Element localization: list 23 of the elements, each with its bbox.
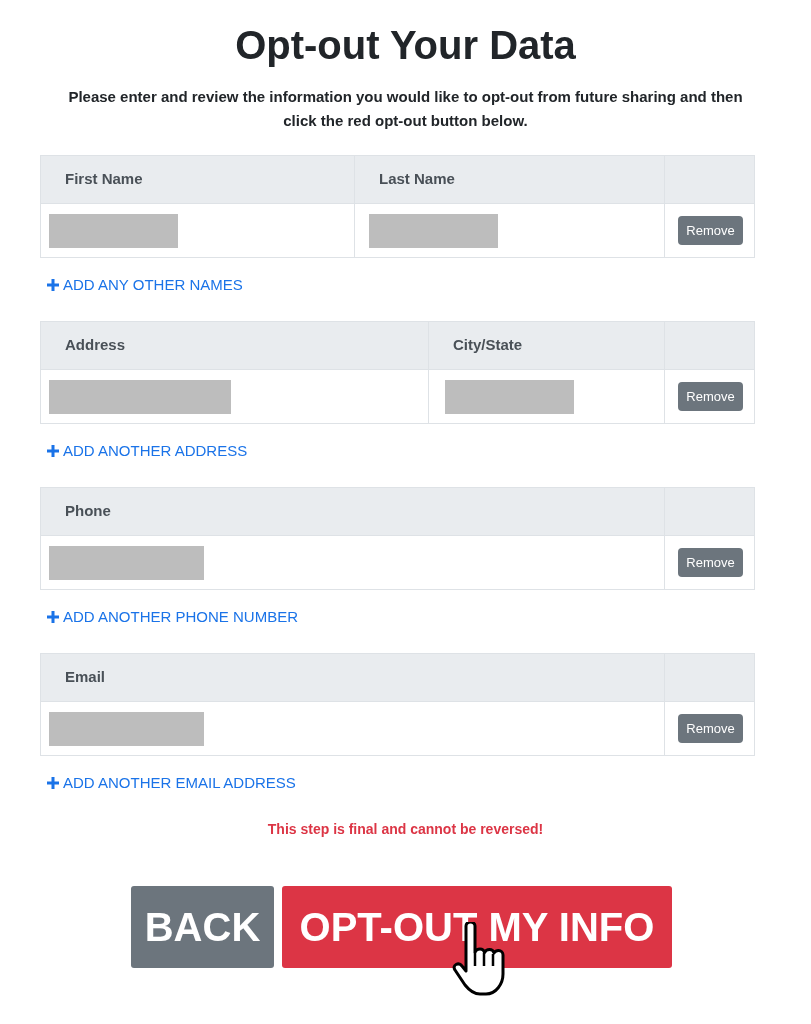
- remove-button[interactable]: Remove: [678, 714, 743, 743]
- remove-button[interactable]: Remove: [678, 548, 743, 577]
- column-header: City/State: [453, 335, 523, 356]
- add-link[interactable]: ADD ANOTHER EMAIL ADDRESS: [47, 773, 296, 793]
- back-button[interactable]: BACK: [131, 886, 274, 968]
- column-header: First Name: [65, 169, 143, 190]
- plus-icon: [47, 279, 59, 291]
- remove-button[interactable]: Remove: [678, 216, 743, 245]
- plus-icon: [47, 777, 59, 789]
- remove-button[interactable]: Remove: [678, 382, 743, 411]
- column-header: Last Name: [379, 169, 455, 190]
- plus-icon: [47, 445, 59, 457]
- page-title: Opt-out Your Data: [234, 22, 577, 69]
- add-link[interactable]: ADD ANOTHER PHONE NUMBER: [47, 607, 299, 627]
- column-header: Phone: [65, 501, 111, 522]
- warning-text: This step is final and cannot be reversed!: [266, 820, 545, 839]
- add-link[interactable]: ADD ANOTHER ADDRESS: [47, 441, 248, 461]
- column-header: Address: [65, 335, 126, 356]
- opt-out-button[interactable]: OPT-OUT MY INFO: [282, 886, 672, 968]
- plus-icon: [47, 611, 59, 623]
- column-header: Email: [65, 667, 106, 688]
- instructions-text: Please enter and review the information you would like to opt-out from future sharing and then click the red opt-out button below.: [67, 87, 744, 131]
- add-link[interactable]: ADD ANY OTHER NAMES: [47, 275, 243, 295]
